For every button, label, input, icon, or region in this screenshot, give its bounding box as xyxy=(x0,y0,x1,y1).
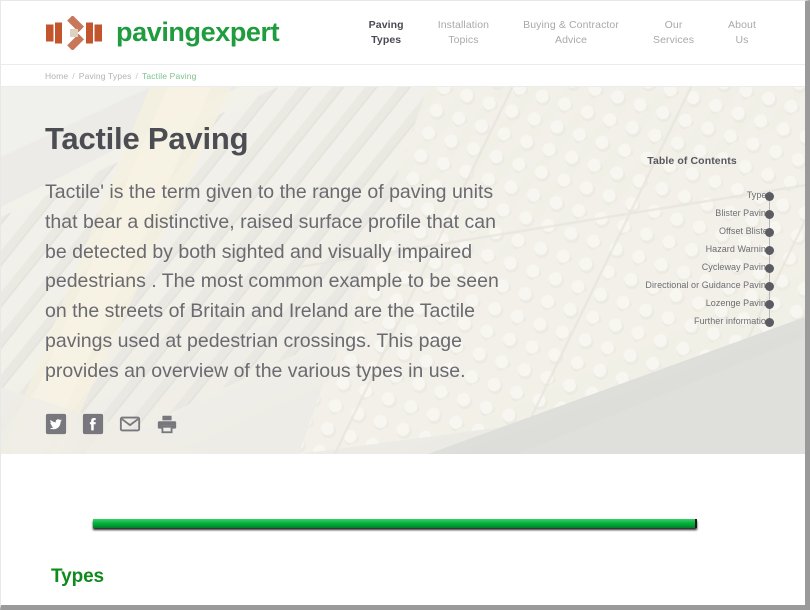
toc-item-further-information[interactable]: Further information xyxy=(601,313,783,331)
toc-item-cycleway-paving[interactable]: Cycleway Paving xyxy=(601,259,783,277)
nav-item-paving-types[interactable]: Paving Types xyxy=(352,18,421,46)
toc-dot-icon xyxy=(765,317,774,327)
breadcrumb-item-current: Tactile Paving xyxy=(142,70,197,81)
green-divider-bar xyxy=(93,519,697,528)
hero-text-column: Tactile Paving Tactile' is the term give… xyxy=(45,87,575,454)
toc-item-label: Directional or Guidance Paving xyxy=(645,280,771,291)
toc-title: Table of Contents xyxy=(647,155,737,167)
email-icon[interactable] xyxy=(119,413,141,435)
browser-screenshot-frame: pavingexpert Paving Types Installation T… xyxy=(0,0,810,610)
main-navigation: Paving Types Installation Topics Buying … xyxy=(352,18,783,46)
print-icon[interactable] xyxy=(156,413,178,435)
toc-item-offset-blister[interactable]: Offset Blister xyxy=(601,223,783,241)
nav-item-our-services[interactable]: Our Services xyxy=(636,18,711,46)
twitter-icon[interactable] xyxy=(45,413,67,435)
paving-diamond-logo-icon xyxy=(46,15,102,50)
toc-item-directional-or-guidance-paving[interactable]: Directional or Guidance Paving xyxy=(601,277,783,295)
hero-intro-paragraph: Tactile' is the term given to the range … xyxy=(45,181,499,382)
social-share-row xyxy=(45,413,575,435)
brand-home-link[interactable]: pavingexpert xyxy=(45,15,280,50)
toc-dot-icon xyxy=(765,209,774,219)
breadcrumb-separator: / xyxy=(135,70,138,81)
page-title: Tactile Paving xyxy=(45,121,249,156)
nav-item-buying-contractor-advice[interactable]: Buying & Contractor Advice xyxy=(506,18,636,46)
hero-banner: Tactile Paving Tactile' is the term give… xyxy=(1,87,805,454)
breadcrumb-item-home[interactable]: Home xyxy=(45,71,68,81)
toc-item-blister-paving[interactable]: Blister Paving xyxy=(601,205,783,223)
section-heading-types: Types xyxy=(51,566,105,587)
nav-item-about-us[interactable]: About Us xyxy=(711,18,773,46)
site-header: pavingexpert Paving Types Installation T… xyxy=(1,1,805,64)
nav-item-installation-topics[interactable]: Installation Topics xyxy=(421,18,506,46)
toc-dot-icon xyxy=(765,281,774,291)
toc-dot-icon xyxy=(765,263,774,273)
green-divider-wrap xyxy=(45,454,783,528)
breadcrumb: Home / Paving Types / Tactile Paving xyxy=(1,64,805,87)
content-section: Types xyxy=(1,454,805,605)
toc-item-lozenge-paving[interactable]: Lozenge Paving xyxy=(601,295,783,313)
toc-dot-icon xyxy=(765,299,774,309)
toc-list: Types Blister Paving Offset Blister Haza… xyxy=(601,187,783,331)
table-of-contents: Table of Contents Types Blister Paving O… xyxy=(601,87,783,454)
toc-item-types[interactable]: Types xyxy=(601,187,783,205)
toc-dot-icon xyxy=(765,191,774,201)
toc-dot-icon xyxy=(765,227,774,237)
facebook-icon[interactable] xyxy=(82,413,104,435)
brand-wordmark: pavingexpert xyxy=(116,17,280,47)
breadcrumb-separator: / xyxy=(72,70,75,81)
toc-item-hazard-warning[interactable]: Hazard Warning xyxy=(601,241,783,259)
toc-dot-icon xyxy=(765,245,774,255)
breadcrumb-item-paving-types[interactable]: Paving Types xyxy=(79,71,132,81)
